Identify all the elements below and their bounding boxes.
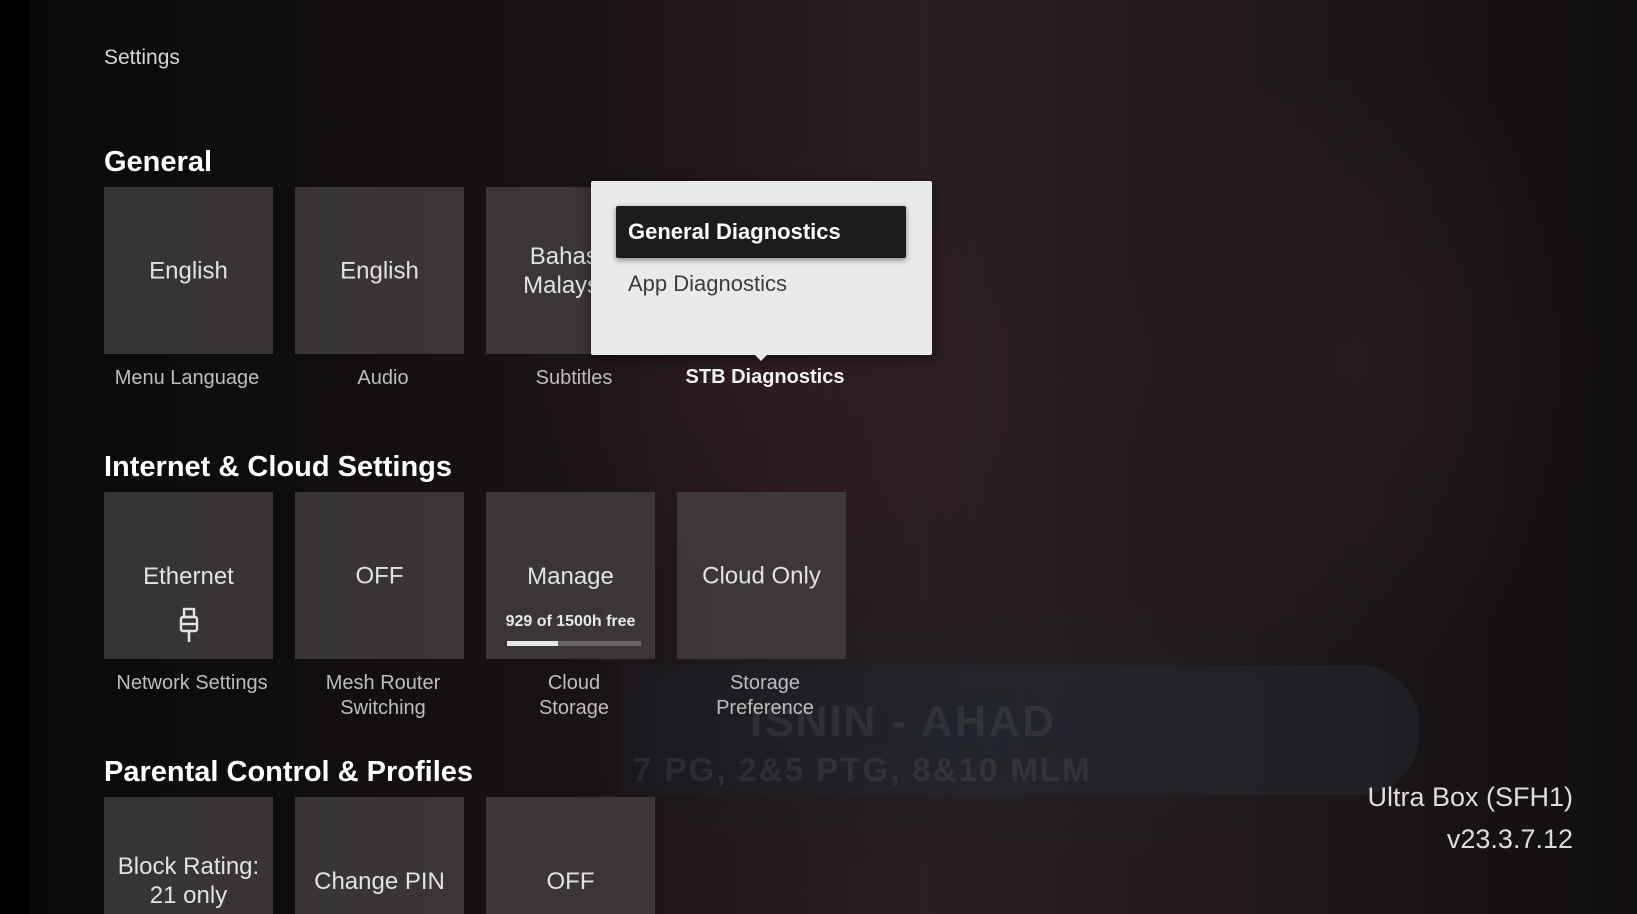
- tile-label-storage-preference: Storage Preference: [675, 671, 855, 721]
- tile-value: English: [340, 257, 419, 284]
- tile-value: Cloud Only: [702, 562, 821, 589]
- tile-block-rating[interactable]: Block Rating: 21 only: [104, 797, 273, 914]
- device-name: Ultra Box (SFH1): [1367, 782, 1573, 812]
- storage-progress-bar: [507, 641, 641, 646]
- ethernet-plug-icon: [179, 607, 199, 642]
- menu-item-general-diagnostics[interactable]: General Diagnostics: [616, 206, 906, 258]
- tile-profile-toggle[interactable]: OFF: [486, 797, 655, 914]
- tile-label-text: Cloud Storage: [538, 672, 610, 719]
- tile-label-network-settings: Network Settings: [116, 672, 268, 694]
- tile-change-pin[interactable]: Change PIN: [295, 797, 464, 914]
- tile-value: Change PIN: [314, 868, 445, 895]
- tile-storage-preference[interactable]: Cloud Only: [677, 492, 846, 659]
- settings-screen: ISNIN - AHAD 7 PG, 2&5 PTG, 8&10 MLM Set…: [0, 0, 1637, 914]
- tile-menu-language[interactable]: English: [104, 187, 273, 354]
- page-title: Settings: [104, 46, 180, 69]
- tile-label-menu-language: Menu Language: [114, 367, 260, 389]
- tile-label-audio: Audio: [357, 367, 409, 389]
- device-version: v23.3.7.12: [1446, 824, 1573, 854]
- tile-cloud-storage[interactable]: Manage 929 of 1500h free: [486, 492, 655, 659]
- section-title-general: General: [104, 146, 212, 178]
- tile-label-mesh-router-switching: Mesh Router Switching: [293, 671, 473, 721]
- tile-audio[interactable]: English: [295, 187, 464, 354]
- storage-free-text: 929 of 1500h free: [505, 613, 636, 630]
- tile-label-subtitles: Subtitles: [535, 367, 613, 389]
- tile-label-stb-diagnostics[interactable]: STB Diagnostics: [681, 366, 849, 389]
- stb-diagnostics-popup: General Diagnostics App Diagnostics: [591, 181, 932, 355]
- tile-label-text: Mesh Router Switching: [325, 672, 441, 719]
- tile-label-cloud-storage: Cloud Storage: [484, 671, 664, 721]
- section-title-parental: Parental Control & Profiles: [104, 756, 474, 788]
- tile-network-settings[interactable]: Ethernet: [104, 492, 273, 659]
- tile-value: OFF: [355, 562, 404, 589]
- tile-value: OFF: [546, 868, 595, 895]
- tile-mesh-router-switching[interactable]: OFF: [295, 492, 464, 659]
- menu-item-app-diagnostics[interactable]: App Diagnostics: [616, 258, 906, 310]
- section-title-internet: Internet & Cloud Settings: [104, 451, 452, 483]
- background-banner-line2: 7 PG, 2&5 PTG, 8&10 MLM: [633, 751, 1092, 788]
- tile-value: Ethernet: [143, 563, 234, 590]
- tile-label-text: Storage Preference: [716, 672, 814, 719]
- storage-progress-fill: [507, 641, 558, 646]
- popup-pointer-arrow: [751, 351, 771, 361]
- tile-value: Manage: [527, 563, 614, 590]
- tile-value: English: [149, 257, 228, 284]
- tile-value: Block Rating: 21 only: [117, 853, 260, 909]
